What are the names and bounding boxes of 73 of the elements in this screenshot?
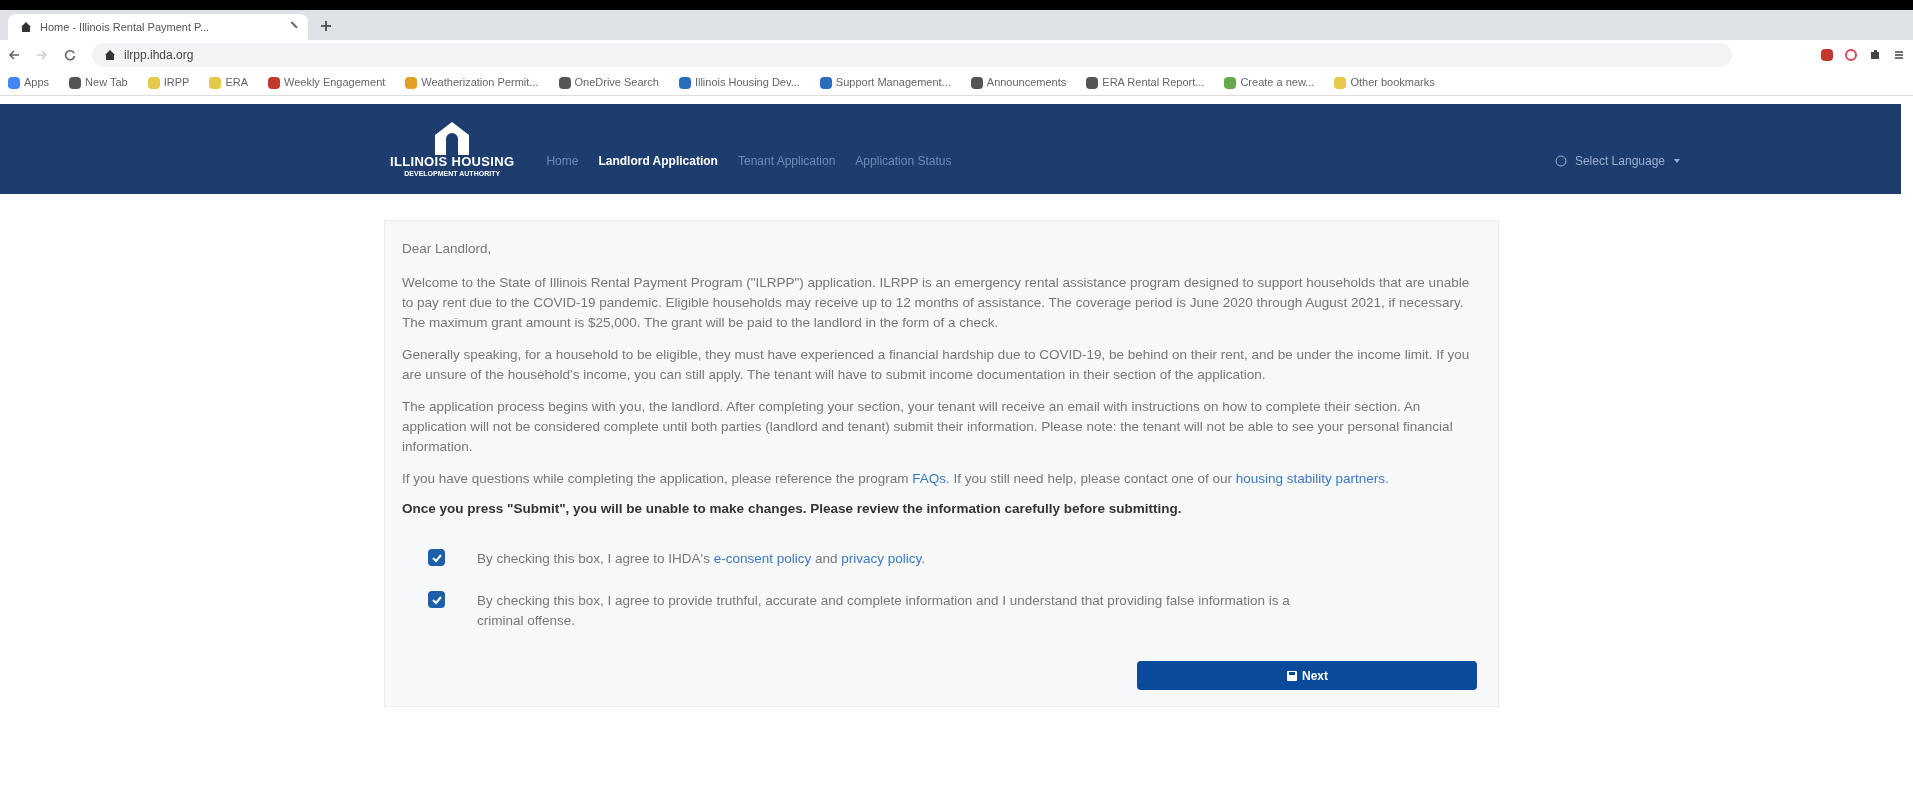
url-text: ilrpp.ihda.org <box>124 47 194 64</box>
greeting-text: Dear Landlord, <box>402 240 493 258</box>
bookmark[interactable]: Weatherization Permit... <box>405 74 539 91</box>
bookmark[interactable]: Create a new... <box>1224 74 1315 91</box>
agreement-text: By checking this box, I agree to IHDA's e-consent policy and privacy policy. <box>477 550 926 568</box>
house-icon <box>104 49 116 61</box>
new-tab-icon[interactable] <box>320 20 332 32</box>
next-button[interactable]: Next <box>1137 661 1477 690</box>
checkbox[interactable] <box>428 549 445 566</box>
bookmark[interactable]: Apps <box>8 74 50 91</box>
bookmark-label: Other bookmarks <box>1350 75 1435 91</box>
back-icon[interactable] <box>8 49 20 61</box>
bookmark[interactable]: Weekly Engagement <box>268 74 386 91</box>
bookmark-icon <box>1334 76 1347 89</box>
menu-icon[interactable] <box>1893 49 1905 61</box>
bookmark-icon <box>268 76 280 89</box>
extension-icon[interactable] <box>1821 49 1833 61</box>
bookmark[interactable]: OneDrive Search <box>558 74 659 91</box>
bookmark-label: New Tab <box>85 75 128 91</box>
bookmark[interactable]: Announcements <box>970 74 1067 91</box>
bookmark-icon <box>209 76 222 89</box>
tab-title: Home - Illinois Rental Payment P... <box>40 19 210 35</box>
bookmark-label: Support Management... <box>835 75 951 91</box>
paragraph-text: If you have questions while completing the application, please reference the program FAQs. If you still need help, please contact one of our housing stability partners. <box>402 470 1390 488</box>
bookmark-icon <box>405 76 418 89</box>
bookmark[interactable]: Support Management... <box>819 74 951 91</box>
language-selector[interactable]: Select Language <box>1554 152 1681 170</box>
bookmark-label: ERA <box>225 75 248 91</box>
bookmark-icon <box>147 76 160 89</box>
bookmark-label: OneDrive Search <box>574 75 659 91</box>
bookmark-icon <box>8 76 20 89</box>
bookmark-icon <box>1224 76 1237 89</box>
bookmark-label: Create a new... <box>1240 75 1315 91</box>
bookmark-label: IRPP <box>163 75 190 91</box>
bookmark-label: ERA Rental Report... <box>1102 75 1205 91</box>
nav-link[interactable]: Landlord Application <box>598 152 718 170</box>
globe-icon <box>1554 155 1567 167</box>
bookmark-icon <box>819 76 832 89</box>
house-icon <box>20 21 32 33</box>
bookmark[interactable]: ERA <box>209 74 248 91</box>
address-bar[interactable]: ilrpp.ihda.org <box>92 43 1732 67</box>
nav-link[interactable]: Tenant Application <box>737 152 836 170</box>
bookmark[interactable]: Other bookmarks <box>1334 74 1435 91</box>
bookmark-label: Announcements <box>986 75 1067 91</box>
nav-link[interactable]: Home <box>546 152 579 170</box>
bookmark[interactable]: IRPP <box>147 74 190 91</box>
bookmark-icon <box>69 76 82 89</box>
link[interactable]: e-consent policy <box>713 551 812 566</box>
bookmark-icon <box>1086 76 1099 89</box>
bookmark-label: Apps <box>24 75 50 91</box>
paragraph-text: The application process begins with you, the landlord. After completing your section, your tenant will receive an email with instructions on how to complete their section. An application will not be considered complete until both parties (landlord and tenant) submit their information. Please note: the tenant will not be able to see your personal financial information. <box>402 398 1454 456</box>
browser-tab[interactable]: Home - Illinois Rental Payment P... <box>8 14 308 40</box>
bookmark-icon <box>558 76 571 89</box>
bookmark[interactable]: ERA Rental Report... <box>1086 74 1205 91</box>
bookmark-label: Illinois Housing Dev... <box>694 75 800 91</box>
agreement-text: By checking this box, I agree to provide truthful, accurate and complete information and I understand that providing false information is a criminal offense. <box>477 592 1291 630</box>
warning-text: Once you press "Submit", you will be unable to make changes. Please review the information carefully before submitting. <box>402 500 1183 518</box>
nav-link[interactable]: Application Status <box>855 152 952 170</box>
save-icon <box>1286 669 1298 682</box>
bookmark[interactable]: Illinois Housing Dev... <box>678 74 800 91</box>
bookmark-label: Weekly Engagement <box>284 75 386 91</box>
extension-icon[interactable] <box>1845 49 1857 61</box>
bookmark-label: Weatherization Permit... <box>421 75 539 91</box>
paragraph-text: Welcome to the State of Illinois Rental Payment Program ("ILRPP") application. ILRPP is an emergency rental assistance program designed to support households that are unable to pay rent due to the COVID-19 pandemic. Eligible households may receive up to 12 months of assistance. The coverage period is June 2020 through August 2021, if necessary. The maximum grant amount is $25,000. The grant will be paid to the landlord in the form of a check. <box>402 274 1471 332</box>
bookmark-icon <box>678 76 691 89</box>
house-logo-icon <box>433 121 472 155</box>
bookmark[interactable]: New Tab <box>69 74 128 91</box>
caret-icon <box>1673 157 1681 165</box>
logo-text: ILLINOIS HOUSING <box>390 155 515 168</box>
checkbox[interactable] <box>428 591 445 608</box>
paragraph-text: Generally speaking, for a household to be eligible, they must have experienced a financial hardship due to COVID-19, be behind on their rent, and be under the income limit. If you are unsure of the household's income, you can still apply. The tenant will have to submit income documentation in their section of the application. <box>402 346 1471 384</box>
bookmark-icon <box>970 76 983 89</box>
reload-icon[interactable] <box>64 49 76 61</box>
